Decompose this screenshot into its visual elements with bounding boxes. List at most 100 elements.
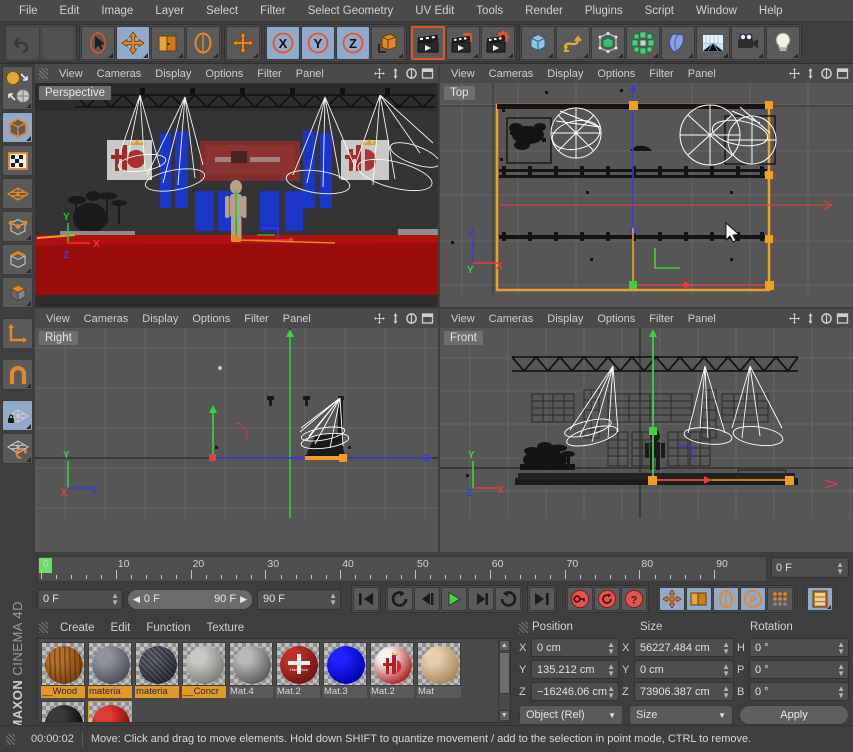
perspective-canvas[interactable]: Perspective Y X Z: [35, 83, 438, 307]
magnet-tool-button[interactable]: [2, 359, 33, 390]
go-to-start-button[interactable]: [353, 587, 379, 611]
pan-icon[interactable]: [788, 67, 801, 80]
vp4-menu-cameras[interactable]: Cameras: [482, 312, 541, 326]
spline-button[interactable]: [556, 25, 590, 60]
vp3-menu-options[interactable]: Options: [185, 312, 237, 326]
rotate-tool-button[interactable]: [186, 25, 220, 60]
spinner-icon[interactable]: ▲ ▼: [836, 560, 844, 575]
menu-item-script[interactable]: Script: [634, 3, 685, 19]
grip-icon[interactable]: [39, 622, 48, 633]
material-item[interactable]: materia: [135, 642, 179, 698]
perspective-viewport[interactable]: View Cameras Display Options Filter Pane…: [35, 64, 438, 307]
vp3-menu-cameras[interactable]: Cameras: [77, 312, 136, 326]
object-axis-modification-button[interactable]: [2, 318, 33, 349]
light-button[interactable]: [766, 25, 800, 60]
material-thumbnail[interactable]: [135, 642, 179, 686]
material-item[interactable]: Mat.3: [323, 642, 367, 698]
vp4-menu-options[interactable]: Options: [590, 312, 642, 326]
vp-menu-cameras[interactable]: Cameras: [90, 67, 149, 81]
lock-workplane-button[interactable]: [2, 400, 33, 431]
menu-item-edit[interactable]: Edit: [49, 3, 91, 19]
spinner-icon[interactable]: ▲ ▼: [722, 685, 730, 699]
dolly-icon[interactable]: [804, 312, 817, 325]
vp2-menu-panel[interactable]: Panel: [681, 67, 723, 81]
spinner-icon[interactable]: ▲ ▼: [837, 663, 845, 677]
scroll-thumb[interactable]: [498, 652, 510, 694]
polygon-mesh-mode-button[interactable]: [2, 178, 33, 209]
dolly-icon[interactable]: [389, 67, 402, 80]
vp4-menu-display[interactable]: Display: [540, 312, 590, 326]
vp-menu-display[interactable]: Display: [148, 67, 198, 81]
top-viewport[interactable]: View Cameras Display Options Filter Pane…: [440, 64, 853, 307]
position-field-x[interactable]: 0 cm ▲ ▼: [531, 638, 619, 657]
menu-item-filter[interactable]: Filter: [249, 3, 297, 19]
dolly-icon[interactable]: [389, 312, 402, 325]
menu-item-file[interactable]: File: [8, 3, 49, 19]
model-mode-button[interactable]: [2, 112, 33, 143]
menu-item-layer[interactable]: Layer: [144, 3, 195, 19]
grip-icon[interactable]: [6, 733, 15, 745]
step-back-button[interactable]: [414, 587, 440, 611]
mat-menu-function[interactable]: Function: [138, 621, 198, 635]
rotation-field-h[interactable]: 0 ° ▲ ▼: [749, 638, 849, 657]
mat-menu-texture[interactable]: Texture: [198, 621, 252, 635]
scale-tool-button[interactable]: [151, 25, 185, 60]
vp2-menu-filter[interactable]: Filter: [642, 67, 680, 81]
orbit-icon[interactable]: [405, 312, 418, 325]
menu-item-select[interactable]: Select: [195, 3, 249, 19]
vp2-menu-cameras[interactable]: Cameras: [482, 67, 541, 81]
play-button[interactable]: [441, 587, 467, 611]
timeline-ruler[interactable]: 0 10 20 30 40 50 60 70 80 90: [37, 556, 767, 582]
material-thumbnail[interactable]: [88, 642, 132, 686]
position-field-y[interactable]: 135.212 cm ▲ ▼: [531, 660, 619, 679]
y-axis-lock-button[interactable]: Y: [301, 25, 335, 60]
material-thumbnail[interactable]: [370, 642, 414, 686]
size-field-z[interactable]: 73906.387 cm ▲ ▼: [634, 682, 734, 701]
vp3-menu-display[interactable]: Display: [135, 312, 185, 326]
z-axis-lock-button[interactable]: Z: [336, 25, 370, 60]
position-key-toggle[interactable]: [659, 587, 685, 611]
front-canvas[interactable]: Front Y Z X: [440, 328, 853, 552]
mat-menu-edit[interactable]: Edit: [103, 621, 139, 635]
dolly-icon[interactable]: [804, 67, 817, 80]
material-thumbnail[interactable]: [417, 642, 461, 686]
orbit-icon[interactable]: [405, 67, 418, 80]
redo-button[interactable]: [41, 25, 75, 60]
undo-button[interactable]: [6, 25, 40, 60]
rotation-field-p[interactable]: 0 ° ▲ ▼: [749, 660, 849, 679]
menu-item-render[interactable]: Render: [514, 3, 574, 19]
scroll-down-icon[interactable]: ▼: [498, 710, 510, 721]
apply-button[interactable]: Apply: [739, 705, 849, 725]
material-item[interactable]: Mat.2: [370, 642, 414, 698]
timeline-filmstrip-button[interactable]: [807, 587, 833, 611]
material-thumbnail[interactable]: [41, 701, 85, 722]
autokey-button[interactable]: [594, 587, 620, 611]
pan-icon[interactable]: [373, 67, 386, 80]
rotation-field-b[interactable]: 0 ° ▲ ▼: [749, 682, 849, 701]
vp-menu-filter[interactable]: Filter: [250, 67, 288, 81]
current-frame-field[interactable]: 0 F ▲ ▼: [37, 588, 123, 610]
camera-button[interactable]: [731, 25, 765, 60]
vp-menu-view[interactable]: View: [52, 67, 90, 81]
vp4-menu-view[interactable]: View: [444, 312, 482, 326]
scale-key-toggle[interactable]: [686, 587, 712, 611]
x-axis-lock-button[interactable]: X: [266, 25, 300, 60]
maximize-view-icon[interactable]: [421, 312, 434, 325]
spinner-icon[interactable]: ▲ ▼: [111, 592, 119, 607]
size-field-x[interactable]: 56227.484 cm ▲ ▼: [634, 638, 734, 657]
edges-mode-button[interactable]: [2, 244, 33, 275]
point-level-anim-toggle[interactable]: [767, 587, 793, 611]
front-viewport[interactable]: View Cameras Display Options Filter Pane…: [440, 309, 853, 552]
loop-button[interactable]: [387, 587, 413, 611]
orbit-icon[interactable]: [820, 312, 833, 325]
spinner-icon[interactable]: ▲ ▼: [837, 641, 845, 655]
scroll-up-icon[interactable]: ▲: [498, 640, 510, 651]
workplane-snap-button[interactable]: [2, 433, 33, 464]
rotation-key-toggle[interactable]: [713, 587, 739, 611]
render-settings-button[interactable]: [481, 25, 515, 60]
vp2-menu-options[interactable]: Options: [590, 67, 642, 81]
array-button[interactable]: [626, 25, 660, 60]
material-item[interactable]: __Concr: [182, 642, 226, 698]
texture-axis-button[interactable]: [2, 66, 33, 110]
size-field-y[interactable]: 0 cm ▲ ▼: [634, 660, 734, 679]
